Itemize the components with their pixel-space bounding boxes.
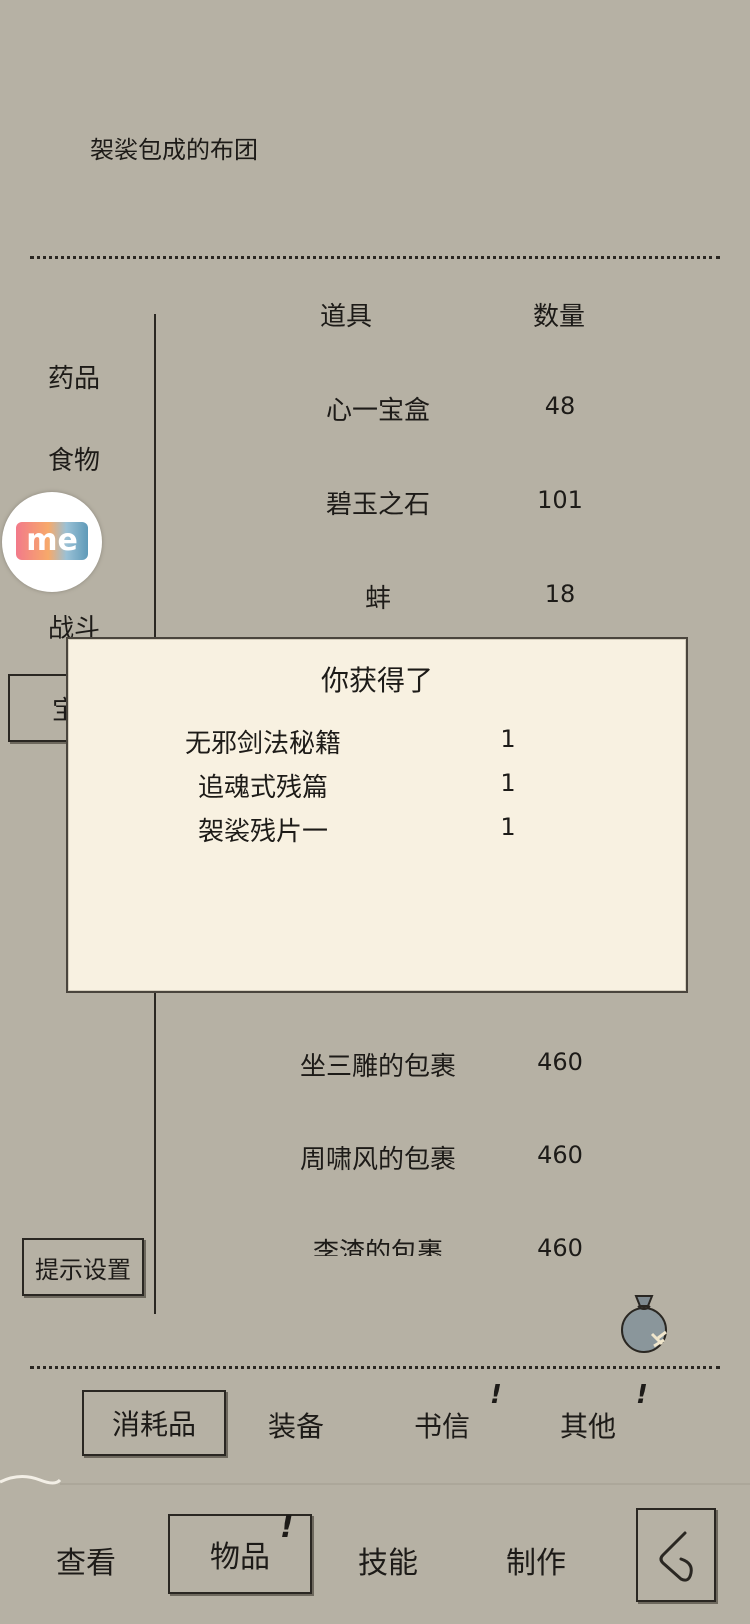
nav-view[interactable]: 查看	[56, 1538, 116, 1582]
bottom-divider	[30, 1366, 720, 1369]
item-row-qty: 460	[537, 1048, 583, 1076]
reward-row: 无邪剑法秘籍 1	[68, 723, 686, 763]
item-row-name[interactable]: 坐三雕的包裹	[248, 1046, 508, 1083]
nav-separator	[0, 1470, 750, 1490]
hint-settings-button[interactable]: 提示设置	[22, 1238, 144, 1296]
popup-title: 你获得了	[320, 664, 433, 697]
category-medicine[interactable]: 药品	[48, 358, 100, 395]
item-row-name[interactable]: 周啸风的包裹	[248, 1139, 508, 1176]
item-row-name[interactable]: 李渣的包裹	[248, 1232, 508, 1256]
back-arrow-icon	[659, 1531, 693, 1582]
item-description: 袈裟包成的布团	[90, 136, 258, 164]
tab-equipment[interactable]: 装备	[268, 1405, 324, 1445]
item-row-name[interactable]: 心一宝盒	[248, 390, 508, 427]
top-divider	[30, 256, 720, 259]
floating-app-badge[interactable]: me	[2, 492, 102, 592]
category-treasure[interactable]: 宝	[8, 674, 74, 742]
reward-qty: 1	[500, 769, 516, 797]
tab-consumables[interactable]: 消耗品	[82, 1390, 226, 1456]
back-button[interactable]	[636, 1508, 716, 1602]
reward-name: 袈裟残片一	[197, 817, 328, 847]
item-row-qty: 48	[544, 392, 576, 420]
reward-name: 追魂式残篇	[197, 773, 328, 803]
header-item: 道具	[320, 302, 373, 332]
item-row-qty-clip: 460	[510, 1234, 610, 1258]
nav-craft[interactable]: 制作	[506, 1538, 566, 1582]
reward-row: 袈裟残片一 1	[68, 811, 686, 851]
reward-qty: 1	[500, 813, 516, 841]
item-row-name[interactable]: 碧玉之石	[248, 484, 508, 521]
category-food[interactable]: 食物	[48, 440, 100, 477]
reward-name: 无邪剑法秘籍	[184, 729, 341, 759]
nav-skills[interactable]: 技能	[358, 1538, 418, 1582]
item-row-qty: 18	[544, 580, 576, 608]
item-row-name[interactable]: 蚌	[248, 578, 508, 615]
tab-letters[interactable]: 书信	[414, 1405, 470, 1445]
item-row-qty: 101	[537, 486, 583, 514]
tab-letters-alert: !	[490, 1380, 502, 1410]
header-quantity: 数量	[533, 302, 586, 332]
reward-popup[interactable]: 你获得了 无邪剑法秘籍 1 追魂式残篇 1 袈裟残片一 1	[66, 637, 688, 993]
reward-qty: 1	[500, 725, 516, 753]
nav-items-alert: !	[280, 1510, 294, 1545]
item-row-qty: 460	[537, 1141, 583, 1169]
item-row-clip: 李渣的包裹	[248, 1232, 508, 1256]
tab-other-alert: !	[636, 1380, 648, 1410]
app-logo-text: me	[26, 523, 78, 558]
money-bag-icon[interactable]	[614, 1286, 674, 1356]
reward-row: 追魂式残篇 1	[68, 767, 686, 807]
item-row-qty: 460	[537, 1234, 583, 1258]
tab-other[interactable]: 其他	[560, 1405, 616, 1445]
